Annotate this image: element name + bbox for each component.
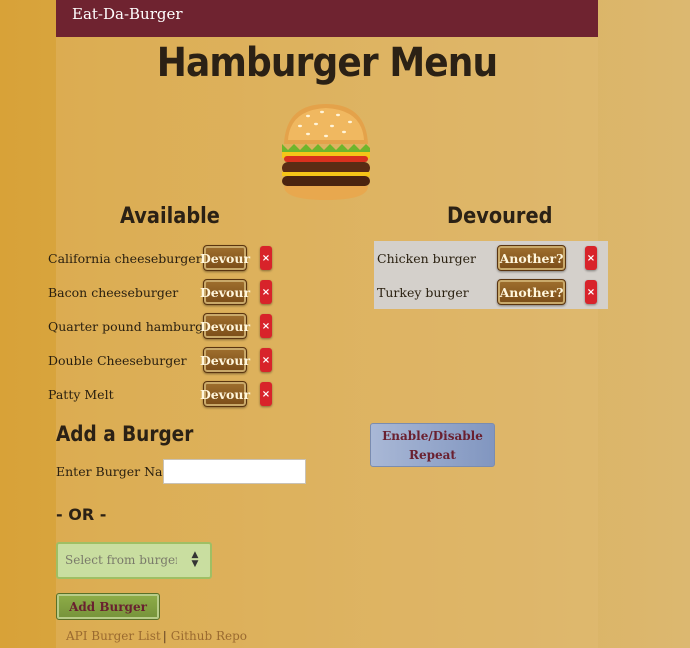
toggle-label-line2: Repeat bbox=[409, 448, 456, 462]
toggle-repeat-button[interactable]: Enable/Disable Repeat bbox=[370, 423, 495, 467]
github-repo-link[interactable]: Github Repo bbox=[171, 629, 247, 643]
add-burger-button[interactable]: Add Burger bbox=[56, 593, 160, 620]
burger-name: Bacon cheeseburger bbox=[48, 284, 179, 300]
burger-select[interactable]: Select from burger list ▲▼ bbox=[56, 542, 212, 579]
burger-name: Chicken burger bbox=[377, 250, 477, 266]
burger-name: Double Cheeseburger bbox=[48, 352, 187, 368]
list-item: Chicken burger bbox=[377, 241, 487, 275]
another-button[interactable]: Another? bbox=[497, 279, 566, 305]
api-burger-list-link[interactable]: API Burger List bbox=[66, 629, 161, 643]
devour-button[interactable]: Devour bbox=[200, 313, 250, 339]
another-button[interactable]: Another? bbox=[497, 245, 566, 271]
navbar: Eat-Da-Burger bbox=[56, 0, 598, 37]
navbar-brand[interactable]: Eat-Da-Burger bbox=[72, 5, 183, 23]
close-icon[interactable]: × bbox=[260, 280, 272, 304]
devour-button[interactable]: Devour bbox=[200, 381, 250, 407]
select-arrows-icon: ▲ ▼ bbox=[191, 550, 199, 569]
devour-button[interactable]: Devour bbox=[200, 347, 250, 373]
close-icon[interactable]: × bbox=[585, 280, 597, 304]
devoured-title: Devoured bbox=[447, 204, 553, 229]
or-divider: - OR - bbox=[56, 505, 107, 524]
burger-name-input[interactable] bbox=[163, 459, 306, 484]
footer: API Burger List | Github Repo bbox=[66, 629, 247, 643]
toggle-label-line1: Enable/Disable bbox=[382, 429, 483, 443]
footer-separator: | bbox=[162, 629, 167, 643]
devour-button[interactable]: Devour bbox=[200, 279, 250, 305]
page-title: Hamburger Menu bbox=[156, 40, 498, 86]
select-placeholder: Select from burger list bbox=[65, 553, 177, 567]
burger-image bbox=[282, 104, 370, 200]
burger-name: California cheeseburger bbox=[48, 250, 202, 266]
list-item: Turkey burger bbox=[377, 275, 487, 309]
burger-name: Patty Melt bbox=[48, 386, 114, 402]
add-burger-title: Add a Burger bbox=[56, 422, 194, 446]
close-icon[interactable]: × bbox=[260, 348, 272, 372]
close-icon[interactable]: × bbox=[260, 246, 272, 270]
close-icon[interactable]: × bbox=[260, 382, 272, 406]
available-title: Available bbox=[120, 204, 220, 229]
close-icon[interactable]: × bbox=[585, 246, 597, 270]
close-icon[interactable]: × bbox=[260, 314, 272, 338]
devour-button[interactable]: Devour bbox=[200, 245, 250, 271]
burger-name: Turkey burger bbox=[377, 284, 469, 300]
burger-name: Quarter pound hamburger bbox=[48, 318, 217, 334]
